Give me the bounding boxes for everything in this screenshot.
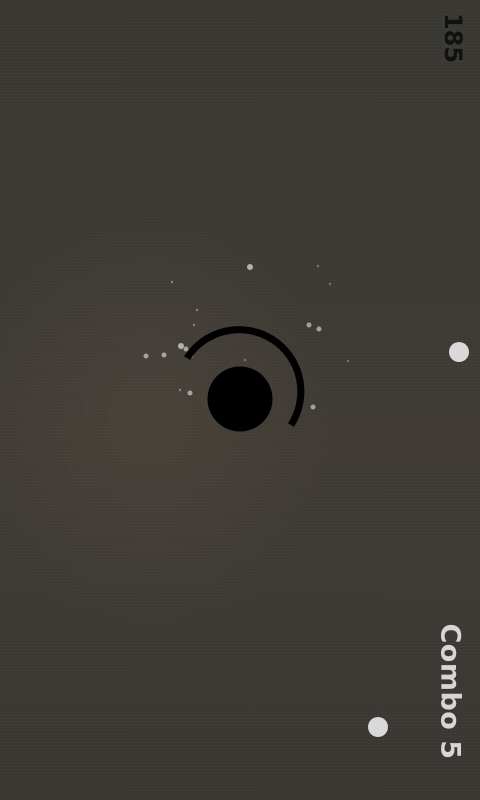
particle	[247, 264, 253, 270]
particle	[310, 404, 316, 410]
particle	[178, 343, 184, 349]
particle	[178, 388, 182, 392]
score-value: 185	[439, 12, 468, 64]
particle	[183, 346, 189, 352]
particle	[346, 359, 350, 363]
particle	[187, 390, 193, 396]
player-circle[interactable]	[207, 366, 273, 432]
particle	[192, 323, 196, 327]
particle	[306, 322, 312, 328]
particle	[316, 326, 322, 332]
particle	[243, 358, 247, 362]
target-dot[interactable]	[368, 717, 388, 737]
particle	[316, 264, 320, 268]
score-display: 185	[433, 8, 473, 68]
combo-display: Combo 5	[420, 616, 480, 766]
particle	[161, 352, 167, 358]
game-canvas[interactable]: 185 Combo 5	[0, 0, 480, 800]
game-scene[interactable]	[0, 0, 480, 800]
particle	[195, 308, 199, 312]
target-dot[interactable]	[449, 342, 469, 362]
particle	[170, 280, 174, 284]
combo-label: Combo 5	[434, 622, 466, 760]
particle	[328, 282, 332, 286]
particle	[143, 353, 149, 359]
